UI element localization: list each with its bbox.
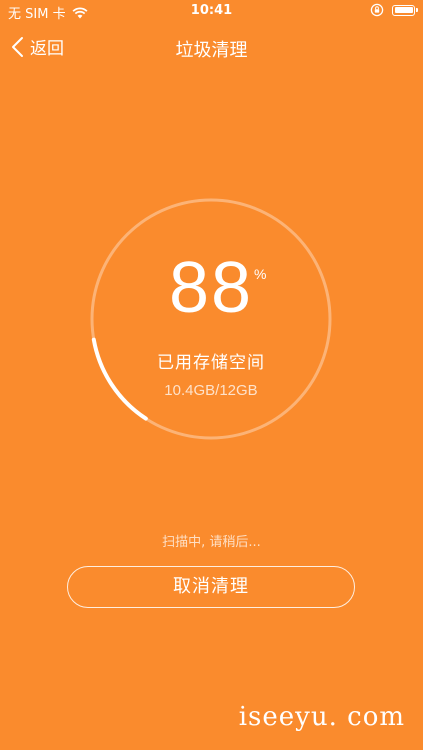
battery-icon (392, 4, 418, 16)
page-title: 垃圾清理 (175, 40, 248, 61)
storage-usage: 10.4GB/12GB (164, 382, 258, 399)
rotation-lock-icon (370, 3, 384, 17)
usage-percent: 88 (168, 248, 254, 328)
status-indicators (370, 3, 418, 17)
storage-gauge: 88 % 已用存储空间 10.4GB/12GB (88, 196, 334, 442)
status-bar: 无 SIM 卡 10:41 (0, 0, 423, 22)
clock: 10:41 (190, 3, 233, 18)
scan-status-text: 扫描中, 请稍后... (162, 535, 261, 550)
watermark: iseeyu. com (238, 702, 405, 732)
cancel-cleaning-button[interactable]: 取消清理 (67, 566, 355, 608)
percent-unit: % (254, 266, 267, 282)
gauge-label: 已用存储空间 (157, 353, 265, 373)
navigation-bar: 返回 垃圾清理 (0, 22, 423, 72)
